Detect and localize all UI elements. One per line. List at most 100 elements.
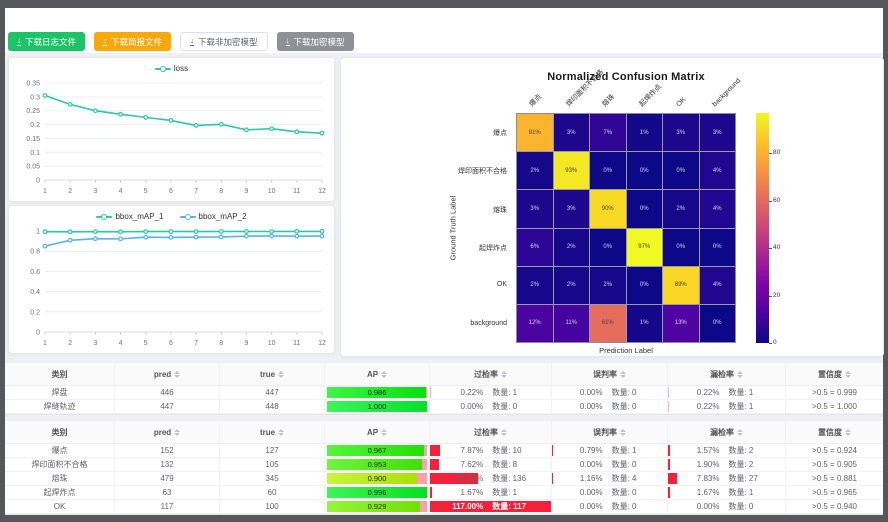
col-header-2[interactable]: true	[220, 421, 325, 443]
rate-count: 数量: 1	[719, 487, 782, 498]
line-series-icon	[155, 65, 171, 72]
line-series-icon	[180, 213, 196, 220]
cell-class: 熔珠	[5, 472, 115, 485]
svg-text:0: 0	[36, 178, 40, 185]
cell-over-rate: 39.42%数量: 136	[430, 472, 552, 485]
confusion-matrix-card: Normalized Confusion Matrix Ground Truth…	[340, 57, 884, 357]
legend-item-bbox_mAP_2[interactable]: bbox_mAP_2	[180, 212, 247, 221]
map-chart-card: bbox_mAP_1bbox_mAP_2 00.20.40.60.8112345…	[8, 205, 335, 354]
col-header-3[interactable]: AP	[325, 421, 430, 443]
rate-count: 数量: 1	[719, 401, 782, 412]
col-header-7[interactable]: 置信度	[786, 363, 883, 385]
svg-text:11: 11	[293, 340, 300, 347]
cell-mis-rate: 0.79%数量: 1	[552, 444, 668, 457]
cm-cell: 1%	[627, 114, 663, 151]
cm-cell: 0%	[663, 152, 699, 189]
cell-pred: 63	[115, 486, 220, 499]
legend-item-loss[interactable]: loss	[155, 64, 188, 73]
rate-count: 数量: 0	[603, 459, 665, 470]
cell-true: 447	[220, 386, 325, 399]
cm-cell: 0%	[700, 229, 736, 266]
rate-count: 数量: 2	[719, 459, 782, 470]
col-header-3[interactable]: AP	[325, 363, 430, 385]
col-header-5[interactable]: 误判率	[552, 421, 668, 443]
rate-count: 数量: 0	[603, 487, 665, 498]
rate-value: 1.90%	[670, 460, 719, 469]
cell-miss-rate: 0.22%数量: 1	[668, 400, 786, 413]
col-header-6[interactable]: 漏检率	[668, 363, 786, 385]
cm-cell: 7%	[590, 114, 626, 151]
cell-true: 100	[220, 500, 325, 513]
legend-item-bbox_mAP_1[interactable]: bbox_mAP_1	[96, 212, 163, 221]
cell-ap: 0.986	[325, 386, 430, 399]
legend-label: loss	[174, 64, 188, 73]
loss-chart: 00.050.10.150.20.250.30.3512345678910111…	[9, 76, 334, 200]
sort-caret-icon	[845, 429, 851, 436]
col-header-2[interactable]: true	[220, 363, 325, 385]
rate-bar	[552, 445, 553, 456]
cell-miss-rate: 1.57%数量: 2	[668, 444, 786, 457]
download-unencrypted-model-button[interactable]: ↓ 下载非加密模型	[180, 32, 268, 51]
svg-text:6: 6	[169, 340, 173, 347]
cm-cell: 89%	[663, 267, 699, 304]
cell-confidence: >0.5 = 0.881	[786, 472, 883, 485]
rate-value: 0.22%	[670, 388, 719, 397]
sort-caret-icon	[620, 371, 626, 378]
sort-caret-icon	[501, 371, 507, 378]
rate-value: 39.42%	[432, 474, 483, 483]
rate-value: 7.87%	[432, 446, 483, 455]
cm-cell: 0%	[590, 152, 626, 189]
cell-true: 345	[220, 472, 325, 485]
col-header-5[interactable]: 误判率	[552, 363, 668, 385]
download-log-button[interactable]: ↓ 下载日志文件	[8, 32, 85, 51]
cell-mis-rate: 0.00%数量: 0	[552, 486, 668, 499]
download-encrypted-model-button[interactable]: ↓ 下载加密模型	[277, 32, 354, 51]
cell-pred: 447	[115, 400, 220, 413]
rate-value: 117.00%	[432, 502, 483, 511]
cm-cell: 81%	[517, 114, 553, 151]
sort-caret-icon	[737, 429, 743, 436]
colorbar-tick: 80	[773, 150, 780, 156]
cm-cell: 90%	[590, 190, 626, 227]
cm-row-label: 起焊炸点	[397, 243, 507, 253]
app-screen: ↓ 下载日志文件 ↓ 下载简报文件 ↓ 下载非加密模型 ↓ 下载加密模型 los…	[5, 8, 883, 513]
rate-value: 0.00%	[554, 502, 602, 511]
confusion-matrix-title: Normalized Confusion Matrix	[516, 71, 736, 83]
download-report-button[interactable]: ↓ 下载简报文件	[94, 32, 171, 51]
col-header-1[interactable]: pred	[115, 421, 220, 443]
col-header-7[interactable]: 置信度	[786, 421, 883, 443]
cell-confidence: >0.5 = 0.905	[786, 458, 883, 471]
cell-ap: 0.953	[325, 458, 430, 471]
cm-col-label: 爆点	[528, 93, 544, 109]
cell-confidence: >0.5 = 0.965	[786, 486, 883, 499]
rate-value: 0.22%	[670, 402, 719, 411]
download-icon: ↓	[17, 37, 21, 46]
cm-cell: 93%	[554, 152, 590, 189]
cell-true: 127	[220, 444, 325, 457]
svg-text:8: 8	[219, 188, 223, 195]
cell-pred: 446	[115, 386, 220, 399]
map-chart-legend: bbox_mAP_1 bbox_mAP_2	[9, 212, 334, 221]
cell-pred: 117	[115, 500, 220, 513]
cell-miss-rate: 0.22%数量: 1	[668, 386, 786, 399]
cm-cell: 61%	[590, 305, 626, 342]
rate-value: 0.00%	[432, 402, 483, 411]
cm-cell: 2%	[554, 229, 590, 266]
rate-value: 0.00%	[554, 488, 602, 497]
rate-count: 数量: 2	[719, 445, 782, 456]
svg-text:4: 4	[119, 188, 123, 195]
cm-cell: 97%	[627, 229, 663, 266]
cell-true: 105	[220, 458, 325, 471]
col-header-6[interactable]: 漏检率	[668, 421, 786, 443]
rate-bar	[552, 473, 553, 484]
cm-row-label: 爆点	[397, 128, 507, 138]
cm-cell: 2%	[590, 267, 626, 304]
col-header-4[interactable]: 过检率	[430, 421, 552, 443]
col-header-1[interactable]: pred	[115, 363, 220, 385]
cell-miss-rate: 7.83%数量: 27	[668, 472, 786, 485]
cell-miss-rate: 1.67%数量: 1	[668, 486, 786, 499]
col-header-4[interactable]: 过检率	[430, 363, 552, 385]
cm-row-label: background	[397, 320, 507, 327]
ap-value: 0.929	[368, 502, 387, 511]
confusion-matrix-xlabel: Prediction Label	[516, 346, 736, 355]
